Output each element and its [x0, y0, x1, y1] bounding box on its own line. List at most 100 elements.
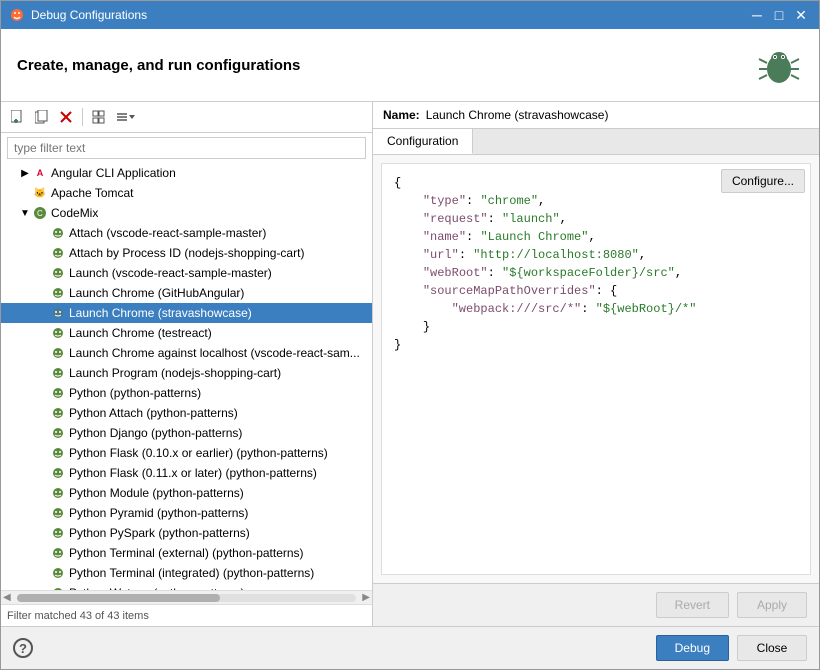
config-tree[interactable]: ▶ A Angular CLI Application 🐱 Apache Tom… [1, 163, 372, 590]
more-options-button[interactable] [112, 106, 140, 128]
tree-item-python-pyramid[interactable]: Python Pyramid (python-patterns) [1, 503, 372, 523]
duplicate-config-button[interactable] [31, 106, 53, 128]
tree-label-launch-against: Launch Chrome against localhost (vscode-… [69, 346, 360, 360]
debug-item-icon-launch-angular [51, 286, 65, 300]
name-bar: Name: Launch Chrome (stravashowcase) [373, 102, 819, 129]
configure-button[interactable]: Configure... [721, 169, 805, 193]
tree-label-attach: Attach (vscode-react-sample-master) [69, 226, 266, 240]
tab-configuration[interactable]: Configuration [373, 129, 473, 154]
tree-label-python-django: Python Django (python-patterns) [69, 426, 242, 440]
name-label: Name: [383, 108, 420, 122]
tree-label-launch-test: Launch Chrome (testreact) [69, 326, 212, 340]
scroll-right-btn[interactable]: ▶ [360, 592, 372, 603]
delete-config-button[interactable] [55, 106, 77, 128]
tree-item-python-django[interactable]: Python Django (python-patterns) [1, 423, 372, 443]
debug-item-icon-attach-pid [51, 246, 65, 260]
debug-item-icon-python-django [51, 426, 65, 440]
codemix-icon: C [33, 206, 47, 220]
debug-item-icon-launch-program [51, 366, 65, 380]
tree-item-python-watson[interactable]: Python Watson (python-patterns) [1, 583, 372, 590]
debug-item-icon-python-attach [51, 406, 65, 420]
tree-label-python-terminal-ext: Python Terminal (external) (python-patte… [69, 546, 304, 560]
tree-item-python-terminal-ext[interactable]: Python Terminal (external) (python-patte… [1, 543, 372, 563]
debug-item-icon-python-pyspark [51, 526, 65, 540]
debug-configurations-window: Debug Configurations ─ □ ✕ Create, manag… [0, 0, 820, 670]
debug-icon [9, 7, 25, 23]
tree-item-tomcat[interactable]: 🐱 Apache Tomcat [1, 183, 372, 203]
tab-bar: Configuration [373, 129, 819, 155]
tree-label-attach-pid: Attach by Process ID (nodejs-shopping-ca… [69, 246, 304, 260]
expand-arrow-tomcat [19, 187, 31, 199]
tree-item-python-module[interactable]: Python Module (python-patterns) [1, 483, 372, 503]
spacer-attach [37, 227, 49, 239]
tree-label-python-pyramid: Python Pyramid (python-patterns) [69, 506, 248, 520]
window-title: Debug Configurations [31, 8, 747, 22]
tree-label-tomcat: Apache Tomcat [51, 186, 134, 200]
tree-label-python-flask-old: Python Flask (0.10.x or earlier) (python… [69, 446, 328, 460]
tree-label-angular: Angular CLI Application [51, 166, 176, 180]
tree-item-launch-vscode[interactable]: Launch (vscode-react-sample-master) [1, 263, 372, 283]
toolbar [1, 102, 372, 133]
tomcat-icon: 🐱 [33, 186, 47, 200]
horizontal-scrollbar[interactable]: ◀ ▶ [1, 590, 372, 604]
debug-item-icon-python-terminal-ext [51, 546, 65, 560]
tree-item-python-patterns[interactable]: Python (python-patterns) [1, 383, 372, 403]
tree-item-python-terminal-int[interactable]: Python Terminal (integrated) (python-pat… [1, 563, 372, 583]
tree-label-python-module: Python Module (python-patterns) [69, 486, 244, 500]
tree-label-launch-vscode: Launch (vscode-react-sample-master) [69, 266, 272, 280]
tree-item-launch-program[interactable]: Launch Program (nodejs-shopping-cart) [1, 363, 372, 383]
tree-label-python-terminal-int: Python Terminal (integrated) (python-pat… [69, 566, 314, 580]
debug-item-icon-python [51, 386, 65, 400]
tree-item-codemix[interactable]: ▼ C CodeMix [1, 203, 372, 223]
filter-status-text: Filter matched 43 of 43 items [7, 610, 149, 622]
bottom-right-buttons: Debug Close [656, 635, 807, 661]
new-config-button[interactable] [7, 106, 29, 128]
debug-item-icon-python-pyramid [51, 506, 65, 520]
config-name-value: Launch Chrome (stravashowcase) [426, 108, 609, 122]
debug-button[interactable]: Debug [656, 635, 729, 661]
main-content: ▶ A Angular CLI Application 🐱 Apache Tom… [1, 102, 819, 626]
h-scroll-track[interactable] [17, 594, 357, 602]
tree-item-launch-against[interactable]: Launch Chrome against localhost (vscode-… [1, 343, 372, 363]
filter-input[interactable] [7, 137, 366, 159]
tree-label-python-pyspark: Python PySpark (python-patterns) [69, 526, 250, 540]
tree-item-python-attach[interactable]: Python Attach (python-patterns) [1, 403, 372, 423]
h-scroll-thumb [17, 594, 221, 602]
help-button[interactable]: ? [13, 638, 33, 658]
debug-item-icon-launch-test [51, 326, 65, 340]
tree-label-launch-angular: Launch Chrome (GitHubAngular) [69, 286, 244, 300]
tree-item-attach[interactable]: Attach (vscode-react-sample-master) [1, 223, 372, 243]
collapse-all-button[interactable] [88, 106, 110, 128]
tree-item-launch-strava[interactable]: Launch Chrome (stravashowcase) [1, 303, 372, 323]
tree-label-python-patterns: Python (python-patterns) [69, 386, 201, 400]
debug-item-icon-python-flask-new [51, 466, 65, 480]
debug-item-icon-launch-vscode [51, 266, 65, 280]
close-window-button[interactable]: ✕ [791, 5, 811, 25]
revert-button[interactable]: Revert [656, 592, 729, 618]
window-controls: ─ □ ✕ [747, 5, 811, 25]
close-button[interactable]: Close [737, 635, 807, 661]
minimize-button[interactable]: ─ [747, 5, 767, 25]
header-title: Create, manage, and run configurations [17, 57, 300, 74]
tree-item-angular[interactable]: ▶ A Angular CLI Application [1, 163, 372, 183]
tree-item-python-pyspark[interactable]: Python PySpark (python-patterns) [1, 523, 372, 543]
tree-item-python-flask-old[interactable]: Python Flask (0.10.x or earlier) (python… [1, 443, 372, 463]
bottom-actions: ? Debug Close [1, 626, 819, 669]
tree-item-python-flask-new[interactable]: Python Flask (0.11.x or later) (python-p… [1, 463, 372, 483]
debug-item-icon-python-terminal-int [51, 566, 65, 580]
tree-label-python-flask-new: Python Flask (0.11.x or later) (python-p… [69, 466, 317, 480]
maximize-button[interactable]: □ [769, 5, 789, 25]
svg-text:C: C [37, 209, 43, 218]
tree-item-attach-pid[interactable]: Attach by Process ID (nodejs-shopping-ca… [1, 243, 372, 263]
debug-item-icon-python-module [51, 486, 65, 500]
config-area: { "type": "chrome", "request": "launch",… [373, 155, 819, 583]
tree-item-launch-angular[interactable]: Launch Chrome (GitHubAngular) [1, 283, 372, 303]
action-bar: Revert Apply [373, 583, 819, 626]
tree-label-python-attach: Python Attach (python-patterns) [69, 406, 238, 420]
tree-item-launch-test[interactable]: Launch Chrome (testreact) [1, 323, 372, 343]
expand-arrow-codemix: ▼ [19, 207, 31, 219]
apply-button[interactable]: Apply [737, 592, 807, 618]
json-editor[interactable]: { "type": "chrome", "request": "launch",… [381, 163, 811, 575]
debug-item-icon-launch-against [51, 346, 65, 360]
scroll-left-btn[interactable]: ◀ [1, 592, 13, 603]
